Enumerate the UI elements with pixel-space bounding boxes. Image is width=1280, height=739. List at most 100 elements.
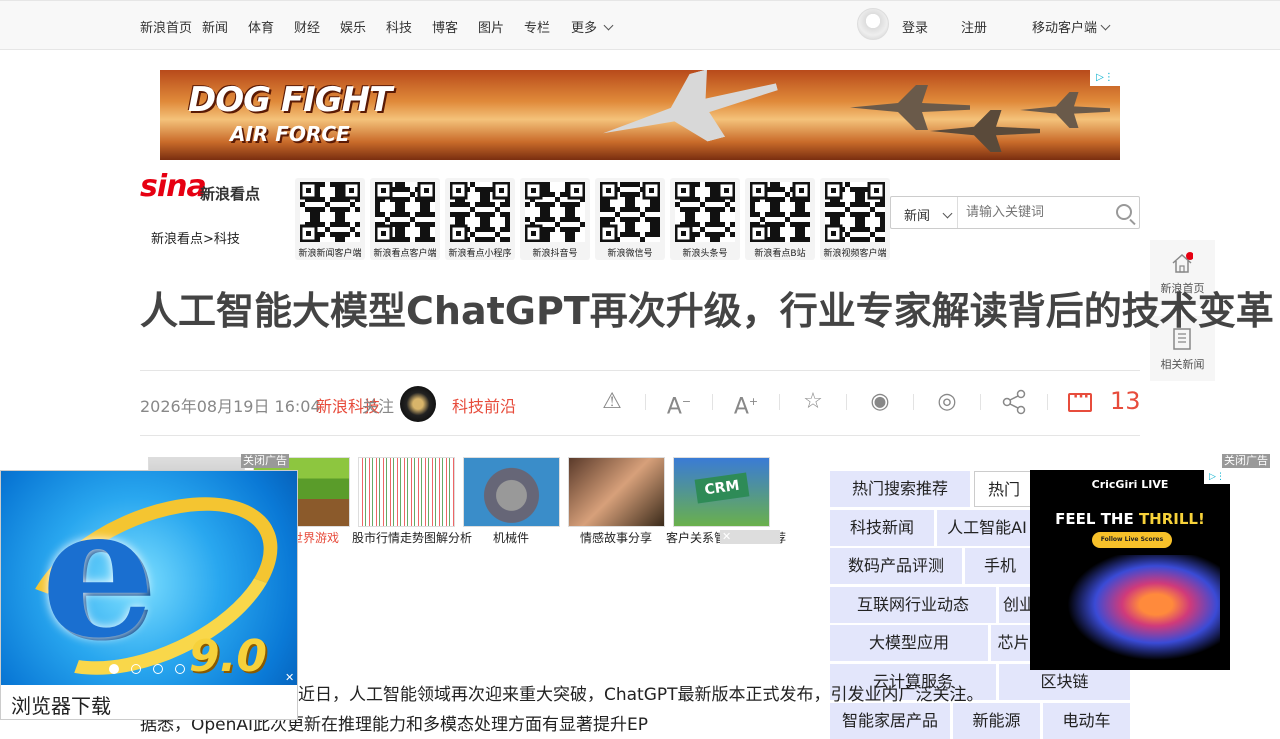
tag-item[interactable]: 人工智能AI bbox=[937, 510, 1037, 546]
comment-icon[interactable] bbox=[1068, 389, 1092, 412]
home-icon bbox=[1172, 252, 1193, 273]
qr-code-tile[interactable]: 新浪头条号 bbox=[670, 178, 740, 260]
banner-ad[interactable]: DOG FIGHT AIR FORCE ▷⋮ bbox=[160, 70, 1120, 160]
thumbnail-image[interactable] bbox=[463, 457, 560, 527]
favorite-star-icon[interactable]: ☆ bbox=[799, 388, 827, 416]
tag-item[interactable]: 手机 bbox=[965, 548, 1035, 584]
carousel-dot[interactable] bbox=[153, 664, 163, 674]
comment-count[interactable]: 13 bbox=[1110, 387, 1141, 415]
tag-item[interactable]: 热门搜索推荐 bbox=[830, 471, 970, 507]
article-headline: 人工智能大模型ChatGPT再次升级，行业专家解读背后的技术变革 bbox=[140, 289, 1274, 333]
qr-code-icon bbox=[375, 182, 435, 242]
adchoices-icon[interactable]: ▷⋮ bbox=[1090, 70, 1120, 86]
nav-item-finance[interactable]: 财经 bbox=[294, 17, 320, 36]
font-increase-icon[interactable]: A+ bbox=[732, 388, 760, 419]
weibo-share-icon[interactable]: ◉ bbox=[866, 388, 894, 416]
cricket-player-graphic bbox=[1060, 555, 1220, 665]
qr-code-tile[interactable]: 新浪抖音号 bbox=[520, 178, 590, 260]
floating-ad-left[interactable]: e 9.0 浏览器下载 ✕ bbox=[0, 470, 298, 720]
author-avatar[interactable] bbox=[400, 386, 436, 422]
ad-caption[interactable]: 浏览器下载 bbox=[1, 685, 297, 719]
qr-code-icon bbox=[600, 182, 660, 242]
qr-code-tile[interactable]: 新浪看点小程序 bbox=[445, 178, 515, 260]
share-icon[interactable] bbox=[1000, 388, 1028, 416]
divider bbox=[846, 394, 847, 410]
tag-item[interactable]: 智能家居产品 bbox=[830, 703, 950, 739]
thumbnail-image[interactable]: CRM bbox=[673, 457, 770, 527]
thumbnail-image[interactable] bbox=[358, 457, 455, 527]
divider bbox=[645, 394, 646, 410]
search-input[interactable] bbox=[966, 202, 1106, 222]
nav-item-column[interactable]: 专栏 bbox=[524, 17, 550, 36]
carousel-dot[interactable] bbox=[175, 664, 185, 674]
qr-code-label: 新浪抖音号 bbox=[532, 249, 578, 259]
ad-headline: FEEL THE THRILL! bbox=[1030, 510, 1230, 528]
user-avatar-icon[interactable] bbox=[857, 8, 889, 40]
nav-item-more[interactable]: 更多 bbox=[571, 17, 614, 36]
qr-code-tile[interactable]: 新浪新闻客户端 bbox=[295, 178, 365, 260]
ad-cta-button[interactable]: Follow Live Scores bbox=[1092, 532, 1172, 548]
qr-code-label: 新浪看点客户端 bbox=[373, 249, 437, 259]
qr-code-icon bbox=[675, 182, 735, 242]
divider bbox=[980, 394, 981, 410]
qr-code-label: 新浪头条号 bbox=[682, 249, 728, 259]
author-name[interactable]: 科技前沿 bbox=[452, 393, 516, 417]
register-link[interactable]: 注册 bbox=[961, 17, 987, 36]
carousel-dot[interactable] bbox=[109, 664, 119, 674]
tag-item[interactable]: 新能源 bbox=[953, 703, 1040, 739]
ad-headline-a: FEEL THE bbox=[1055, 510, 1139, 528]
nav-item-ent[interactable]: 娱乐 bbox=[340, 17, 366, 36]
nav-item-blog[interactable]: 博客 bbox=[432, 17, 458, 36]
login-link[interactable]: 登录 bbox=[902, 17, 928, 36]
thumbnail-caption[interactable]: 股市行情走势图解分析 bbox=[352, 529, 472, 546]
close-ad-button[interactable]: 关闭广告 bbox=[241, 454, 289, 468]
nav-item-sports[interactable]: 体育 bbox=[248, 17, 274, 36]
qr-code-icon bbox=[525, 182, 585, 242]
tag-item[interactable]: 热门 bbox=[974, 471, 1034, 507]
floating-ad-right[interactable]: CricGiri LIVE FEEL THE THRILL! Follow Li… bbox=[1030, 470, 1230, 670]
carousel-dot[interactable] bbox=[131, 664, 141, 674]
adchoices-icon[interactable]: ▷⋮ bbox=[1204, 470, 1230, 484]
article-date: 2026年08月19日 16:04 bbox=[140, 397, 321, 416]
chevron-down-icon bbox=[942, 208, 953, 219]
logo-brand: sina bbox=[140, 169, 207, 204]
breadcrumb[interactable]: 新浪看点>科技 bbox=[151, 228, 240, 247]
tag-item[interactable]: 互联网行业动态 bbox=[830, 587, 996, 623]
jet-icon bbox=[594, 70, 786, 160]
close-icon[interactable]: ✕ bbox=[283, 671, 296, 685]
nav-item-tech[interactable]: 科技 bbox=[386, 17, 412, 36]
thumbnail-image[interactable] bbox=[568, 457, 665, 527]
qr-code-tile[interactable]: 新浪视频客户端 bbox=[820, 178, 890, 260]
chevron-down-icon bbox=[1100, 20, 1111, 31]
thumbnail-caption[interactable]: 情感故事分享 bbox=[561, 529, 671, 546]
search-icon[interactable] bbox=[1116, 204, 1132, 220]
nav-item-home[interactable]: 新浪首页 bbox=[140, 17, 192, 36]
search-category-value: 新闻 bbox=[904, 209, 931, 224]
close-ad-button[interactable]: 关闭广告 bbox=[1222, 454, 1270, 468]
qr-code-tile[interactable]: 新浪看点客户端 bbox=[370, 178, 440, 260]
follow-button[interactable]: 关注 bbox=[362, 393, 394, 417]
tag-item[interactable]: 数码产品评测 bbox=[830, 548, 962, 584]
qr-code-tile[interactable]: 新浪微信号 bbox=[595, 178, 665, 260]
mobile-client-menu[interactable]: 移动客户端 bbox=[1032, 17, 1111, 36]
wechat-share-icon[interactable]: ◎ bbox=[933, 388, 961, 416]
tag-item[interactable]: 大模型应用 bbox=[830, 625, 988, 661]
close-icon[interactable]: ✕ bbox=[720, 530, 780, 544]
tag-item[interactable]: 电动车 bbox=[1043, 703, 1130, 739]
ad-version-label: 9.0 bbox=[189, 631, 267, 682]
qr-code-icon bbox=[450, 182, 510, 242]
thumbnail-caption[interactable]: 机械件 bbox=[456, 529, 566, 546]
font-decrease-icon[interactable]: A− bbox=[665, 388, 693, 419]
tag-item[interactable]: 科技新闻 bbox=[830, 510, 934, 546]
search-box: 新闻 bbox=[890, 196, 1140, 229]
nav-item-news[interactable]: 新闻 bbox=[202, 17, 228, 36]
carousel-dots[interactable] bbox=[109, 659, 197, 678]
qr-code-tile[interactable]: 新浪看点B站 bbox=[745, 178, 815, 260]
crm-sign: CRM bbox=[694, 472, 750, 504]
jet-icon bbox=[850, 85, 970, 130]
top-navigation: 新浪首页 新闻 体育 财经 娱乐 科技 博客 图片 专栏 更多 登录 注册 移动… bbox=[0, 0, 1280, 50]
report-icon[interactable]: ⚠ bbox=[598, 388, 626, 416]
site-logo[interactable]: sina 新浪看点 bbox=[140, 165, 280, 211]
search-category-select[interactable]: 新闻 bbox=[891, 197, 958, 228]
nav-item-photo[interactable]: 图片 bbox=[478, 17, 504, 36]
